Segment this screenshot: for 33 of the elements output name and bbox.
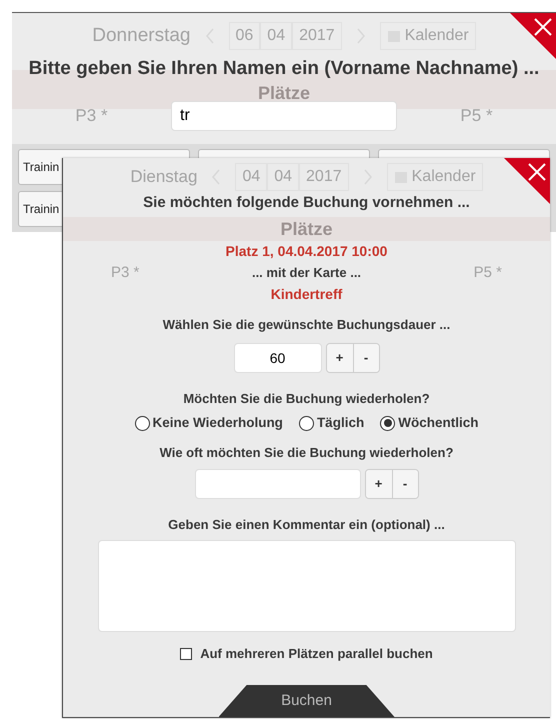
close-icon bbox=[528, 163, 546, 181]
column-header: P5 * bbox=[474, 262, 502, 282]
booking-slot: Platz 1, 04.04.2017 10:00 bbox=[63, 240, 550, 262]
decrement-button[interactable]: - bbox=[392, 470, 418, 498]
weekday-label: Donnerstag bbox=[92, 24, 190, 48]
name-input[interactable]: tr bbox=[171, 100, 397, 130]
comment-input[interactable] bbox=[98, 540, 516, 632]
decrement-button[interactable]: - bbox=[352, 344, 378, 372]
duration-label: Wählen Sie die gewünschte Buchungsdauer ... bbox=[162, 316, 452, 334]
section-header: Plätze bbox=[63, 216, 550, 240]
dialog-title: Sie möchten folgende Buchung vornehmen ... bbox=[142, 193, 471, 213]
repeat-count-question: Wie oft möchten Sie die Buchung wiederholen? bbox=[158, 444, 454, 462]
weekday-label: Dienstag bbox=[130, 166, 198, 188]
submit-button[interactable]: Buchen bbox=[218, 685, 394, 717]
repeat-option[interactable]: Wöchentlich bbox=[380, 413, 478, 434]
column-header: P5 * bbox=[459, 104, 494, 127]
repeat-question: Möchten Sie die Buchung wiederholen? bbox=[182, 390, 431, 408]
dialog-title: Bitte geben Sie Ihren Namen ein (Vorname Nachname) ... bbox=[28, 57, 540, 81]
checkbox[interactable] bbox=[180, 648, 192, 660]
radio-button[interactable] bbox=[380, 416, 396, 431]
repeat-option[interactable]: Täglich bbox=[298, 413, 364, 434]
comment-label: Geben Sie einen Kommentar ein (optional) ... bbox=[167, 516, 446, 534]
radio-button[interactable] bbox=[134, 416, 150, 431]
card-name: Kindertreff bbox=[270, 285, 344, 304]
close-icon bbox=[534, 18, 552, 36]
column-header: P3 * bbox=[74, 104, 109, 127]
column-header: P3 * bbox=[111, 262, 140, 282]
card-intro: ... mit der Karte ... bbox=[252, 264, 362, 282]
parallel-booking-option[interactable]: Auf mehreren Plätzen parallel buchen bbox=[180, 644, 433, 664]
radio-button[interactable] bbox=[298, 416, 314, 431]
repeat-option[interactable]: Keine Wiederholung bbox=[134, 413, 283, 434]
repeat-count-input[interactable] bbox=[194, 468, 360, 499]
duration-input[interactable]: 60 bbox=[234, 342, 322, 372]
